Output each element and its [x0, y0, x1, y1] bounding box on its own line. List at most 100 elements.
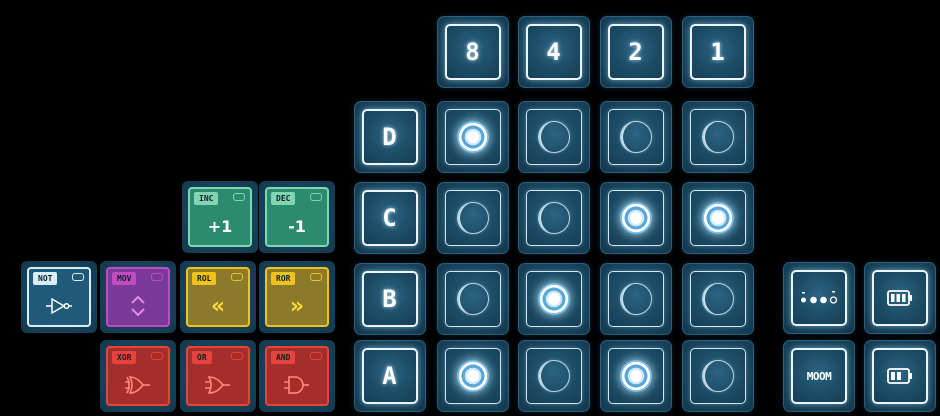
or-gate-icon — [188, 370, 248, 400]
card-indicator — [233, 193, 245, 201]
card-tag: AND — [271, 351, 296, 364]
card-tag: OR — [192, 351, 212, 364]
bit-cell-a-4[interactable] — [518, 340, 590, 412]
card-indicator — [231, 352, 243, 360]
card-body: INC +1 — [188, 187, 252, 247]
bit-header-1: 1 — [682, 16, 754, 88]
rotate-left-icon: « — [210, 293, 226, 319]
card-body: OR — [186, 346, 250, 406]
and-card[interactable]: AND — [259, 340, 335, 412]
bit-lamp-off — [702, 283, 734, 315]
card-tag: NOT — [33, 272, 58, 285]
card-body: AND — [265, 346, 329, 406]
bit-cell-c-4[interactable] — [518, 182, 590, 254]
ror-card[interactable]: ROR » — [259, 261, 335, 333]
bit-cell-d-1[interactable] — [682, 101, 754, 173]
battery-low-icon — [864, 340, 936, 412]
bit-lamp-off — [538, 202, 570, 234]
card-indicator — [151, 273, 163, 281]
up-down-arrows-icon — [108, 291, 168, 321]
card-tag: ROL — [192, 272, 217, 285]
bit-cell-b-4[interactable] — [518, 263, 590, 335]
bit-lamp-on — [620, 202, 652, 234]
dec-card[interactable]: DEC -1 — [259, 181, 335, 253]
bit-header-4: 4 — [518, 16, 590, 88]
mov-card[interactable]: MOV — [100, 261, 176, 333]
register-c-button[interactable]: C — [354, 182, 426, 254]
bit-cell-a-2[interactable] — [600, 340, 672, 412]
bit-header-label: 2 — [628, 38, 644, 66]
bit-header-label: 1 — [710, 38, 726, 66]
minus-one-symbol: -1 — [288, 216, 306, 236]
bit-lamp-on — [538, 283, 570, 315]
and-gate-icon — [267, 370, 327, 400]
card-body: MOV — [106, 267, 170, 327]
bit-header-label: 8 — [465, 38, 481, 66]
game-board: 8 4 2 1 D C B A INC +1 DEC -1 NOT MOV RO… — [0, 0, 940, 416]
bit-cell-c-1[interactable] — [682, 182, 754, 254]
card-body: ROL « — [186, 267, 250, 327]
bit-lamp-on — [620, 360, 652, 392]
bit-header-8: 8 — [437, 16, 509, 88]
bit-lamp-off — [538, 360, 570, 392]
register-b-button[interactable]: B — [354, 263, 426, 335]
dots-progress-icon — [783, 262, 855, 334]
bit-lamp-off — [620, 121, 652, 153]
bit-cell-b-2[interactable] — [600, 263, 672, 335]
card-tag: INC — [194, 192, 219, 205]
bit-cell-d-2[interactable] — [600, 101, 672, 173]
bit-lamp-off — [457, 283, 489, 315]
plus-one-symbol: +1 — [207, 216, 233, 236]
bit-cell-a-1[interactable] — [682, 340, 754, 412]
card-body: ROR » — [265, 267, 329, 327]
card-tag: ROR — [271, 272, 296, 285]
bit-cell-a-8[interactable] — [437, 340, 509, 412]
bit-lamp-on — [702, 202, 734, 234]
bit-cell-d-4[interactable] — [518, 101, 590, 173]
bit-header-2: 2 — [600, 16, 672, 88]
bit-lamp-off — [702, 121, 734, 153]
card-body: DEC -1 — [265, 187, 329, 247]
card-indicator — [151, 352, 163, 360]
card-indicator — [310, 193, 322, 201]
rol-card[interactable]: ROL « — [180, 261, 256, 333]
mode-button[interactable]: MOOM — [783, 340, 855, 412]
bit-header-label: 4 — [546, 38, 562, 66]
bit-lamp-off — [620, 283, 652, 315]
inc-card[interactable]: INC +1 — [182, 181, 258, 253]
card-indicator — [72, 273, 84, 281]
battery-full-button[interactable] — [864, 262, 936, 334]
bit-cell-c-2[interactable] — [600, 182, 672, 254]
or-card[interactable]: OR — [180, 340, 256, 412]
bit-cell-c-8[interactable] — [437, 182, 509, 254]
card-tag: MOV — [112, 272, 137, 285]
register-label: C — [382, 204, 398, 232]
rotate-right-icon: » — [289, 293, 305, 319]
card-indicator — [310, 352, 322, 360]
bit-lamp-on — [457, 121, 489, 153]
register-d-button[interactable]: D — [354, 101, 426, 173]
register-label: D — [382, 123, 398, 151]
card-body: NOT — [27, 267, 91, 327]
register-label: B — [382, 285, 398, 313]
bit-lamp-off — [538, 121, 570, 153]
bit-cell-b-1[interactable] — [682, 263, 754, 335]
card-indicator — [231, 273, 243, 281]
bit-lamp-off — [457, 202, 489, 234]
xor-card[interactable]: XOR — [100, 340, 176, 412]
bit-cell-d-8[interactable] — [437, 101, 509, 173]
stepper-button[interactable] — [783, 262, 855, 334]
battery-low-button[interactable] — [864, 340, 936, 412]
card-body: XOR — [106, 346, 170, 406]
bit-cell-b-8[interactable] — [437, 263, 509, 335]
register-a-button[interactable]: A — [354, 340, 426, 412]
card-indicator — [310, 273, 322, 281]
register-label: A — [382, 362, 398, 390]
card-tag: DEC — [271, 192, 296, 205]
not-gate-icon — [29, 291, 89, 321]
card-tag: XOR — [112, 351, 137, 364]
not-card[interactable]: NOT — [21, 261, 97, 333]
battery-full-icon — [864, 262, 936, 334]
mode-display: MOOM — [783, 340, 855, 412]
bit-lamp-off — [702, 360, 734, 392]
